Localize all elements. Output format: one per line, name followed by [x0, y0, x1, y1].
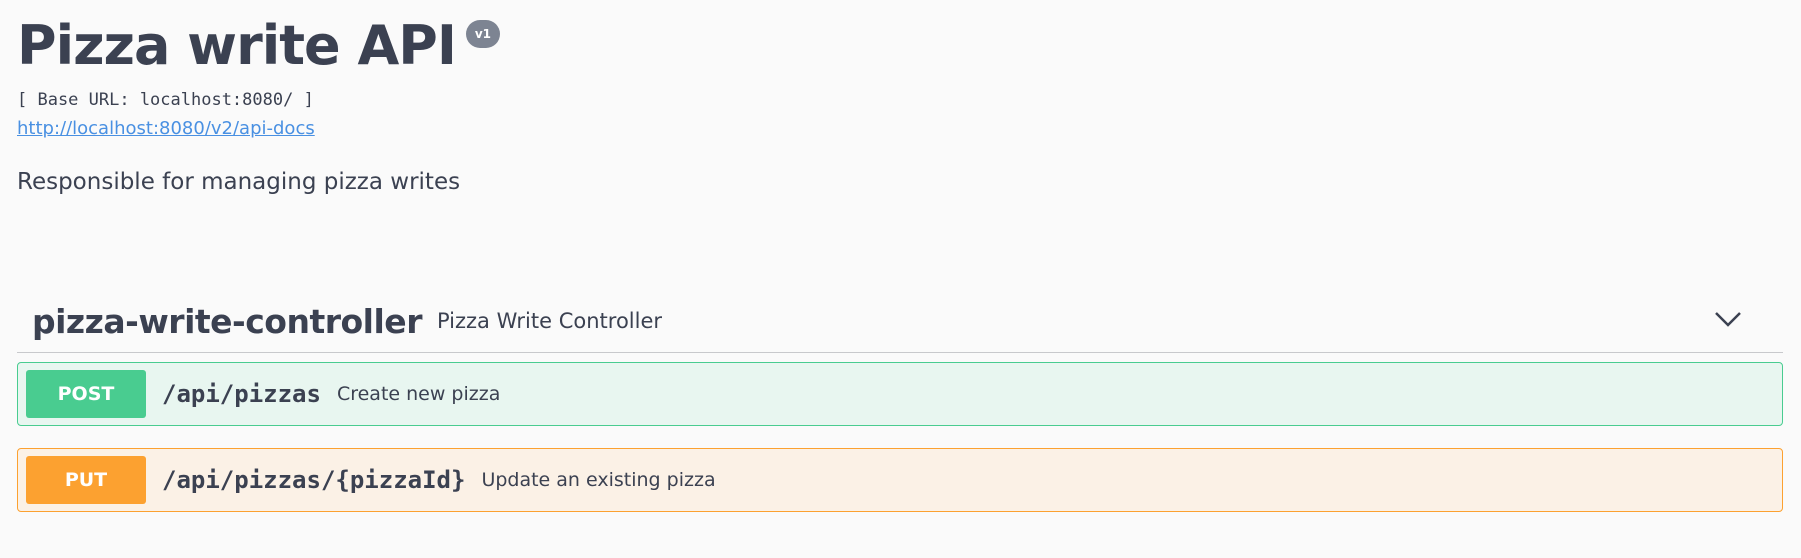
api-description: Responsible for managing pizza writes [17, 169, 461, 195]
api-title: Pizza write API [17, 14, 457, 77]
base-url: [ Base URL: localhost:8080/ ] [17, 90, 314, 110]
operation-put-pizza[interactable]: PUT /api/pizzas/{pizzaId} Update an exis… [17, 448, 1783, 512]
api-docs-link[interactable]: http://localhost:8080/v2/api-docs [17, 118, 315, 139]
chevron-down-icon[interactable] [1713, 308, 1743, 330]
tag-header[interactable]: pizza-write-controller Pizza Write Contr… [17, 290, 1783, 353]
method-badge-put: PUT [26, 456, 146, 504]
operation-summary: Create new pizza [336, 383, 501, 405]
version-badge: v1 [465, 20, 500, 48]
tag-description: Pizza Write Controller [436, 309, 663, 333]
title-row: Pizza write API v1 [17, 10, 500, 82]
operation-path: /api/pizzas/{pizzaId} [162, 466, 466, 494]
tag-name: pizza-write-controller [32, 301, 422, 341]
swagger-page: Pizza write API v1 [ Base URL: localhost… [0, 0, 1801, 558]
operation-summary: Update an existing pizza [481, 469, 716, 491]
api-info: Pizza write API v1 [ Base URL: localhost… [17, 10, 500, 195]
operation-path: /api/pizzas [162, 380, 321, 408]
operation-post-pizzas[interactable]: POST /api/pizzas Create new pizza [17, 362, 1783, 426]
method-badge-post: POST [26, 370, 146, 418]
tag-section: pizza-write-controller Pizza Write Contr… [17, 290, 1783, 512]
